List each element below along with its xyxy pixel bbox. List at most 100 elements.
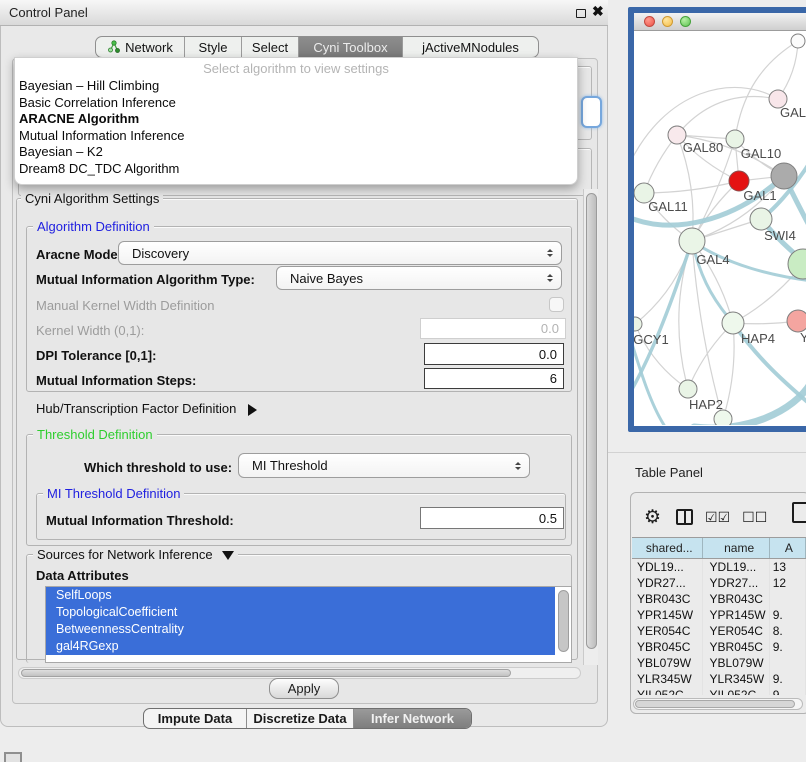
table-cell[interactable] (770, 655, 806, 671)
network-node[interactable] (788, 249, 806, 279)
table-cell[interactable]: YDR27... (703, 575, 770, 591)
checked-checkbox-pair-icon[interactable]: ☑☑ (705, 509, 730, 526)
network-node[interactable] (714, 410, 732, 425)
network-edge[interactable] (677, 97, 778, 135)
which-threshold-select[interactable]: MI Threshold (238, 453, 530, 478)
network-edge[interactable] (688, 323, 733, 389)
table-cell[interactable]: YBR045C (632, 639, 703, 655)
table-cell[interactable]: 8. (770, 623, 806, 639)
column-header-partial[interactable]: A (770, 538, 806, 558)
scrollbar-thumb[interactable] (21, 669, 511, 677)
focused-combo-fragment[interactable] (581, 96, 602, 128)
table-cell[interactable]: YBR043C (703, 591, 770, 607)
float-window-icon[interactable] (576, 9, 586, 18)
tab-jactivemnodules[interactable]: jActiveMNodules (402, 37, 538, 57)
table-row[interactable]: YBL079WYBL079W (632, 655, 806, 671)
tab-select[interactable]: Select (241, 37, 298, 57)
table-cell[interactable]: YLR345W (632, 671, 703, 687)
table-cell[interactable]: 12 (770, 575, 806, 591)
minimized-panel-icon[interactable] (4, 752, 22, 762)
table-row[interactable]: YDR27...YDR27...12 (632, 575, 806, 591)
table-cell[interactable]: YIL052C (703, 687, 770, 695)
gear-icon[interactable]: ⚙ (644, 506, 661, 529)
table-row[interactable]: YIL052CYIL052C9. (632, 687, 806, 695)
tab-discretize-data[interactable]: Discretize Data (246, 709, 353, 728)
table-cell[interactable]: YPR145W (632, 607, 703, 623)
close-icon[interactable]: ✖ (592, 3, 604, 20)
scrollbar-thumb[interactable] (586, 193, 597, 649)
table-cell[interactable]: 9. (770, 639, 806, 655)
tab-style[interactable]: Style (184, 37, 241, 57)
data-attribute-item[interactable]: gal4RGexp (46, 638, 555, 655)
manual-kernel-checkbox[interactable] (549, 297, 564, 312)
table-cell[interactable]: YPR145W (703, 607, 770, 623)
algorithm-option[interactable]: Bayesian – Hill Climbing (15, 78, 577, 95)
apply-button[interactable]: Apply (269, 678, 339, 699)
settings-vertical-scrollbar[interactable] (583, 189, 598, 665)
close-traffic-light-icon[interactable] (644, 16, 655, 27)
algorithm-option[interactable]: Bayesian – K2 (15, 144, 577, 161)
table-row[interactable]: YPR145WYPR145W9. (632, 607, 806, 623)
table-cell[interactable]: YER054C (703, 623, 770, 639)
mi-threshold-field[interactable]: 0.5 (420, 507, 564, 529)
table-row[interactable]: YER054CYER054C8. (632, 623, 806, 639)
algorithm-option[interactable]: Dream8 DC_TDC Algorithm (15, 161, 577, 178)
file-icon[interactable] (792, 502, 806, 523)
tab-cyni-toolbox[interactable]: Cyni Toolbox (298, 37, 402, 57)
algorithm-option[interactable]: Mutual Information Inference (15, 128, 577, 145)
table-cell[interactable]: YBL079W (703, 655, 770, 671)
column-header-shared-name[interactable]: shared... (632, 538, 703, 558)
table-cell[interactable]: YLR345W (703, 671, 770, 687)
network-node[interactable] (679, 380, 697, 398)
network-node[interactable] (787, 310, 806, 332)
algorithm-option[interactable]: Basic Correlation Inference (15, 95, 577, 112)
network-edge[interactable] (723, 323, 734, 419)
sources-group-title[interactable]: Sources for Network Inference (33, 547, 238, 566)
table-cell[interactable]: YDL19... (632, 559, 703, 575)
attributes-scrollbar[interactable] (558, 590, 569, 652)
scrollbar-thumb[interactable] (635, 700, 795, 708)
table-cell[interactable]: 9. (770, 671, 806, 687)
network-node[interactable] (791, 34, 805, 48)
table-cell[interactable] (770, 591, 806, 607)
tab-infer-network[interactable]: Infer Network (353, 709, 471, 728)
table-cell[interactable]: 9. (770, 687, 806, 695)
table-cell[interactable]: YBR043C (632, 591, 703, 607)
dpi-tolerance-field[interactable]: 0.0 (424, 343, 564, 365)
tab-impute-data[interactable]: Impute Data (144, 709, 246, 728)
data-attributes-list[interactable]: SelfLoopsTopologicalCoefficientBetweenne… (45, 586, 572, 663)
unchecked-checkbox-pair-icon[interactable]: ☐☐ (742, 509, 767, 526)
table-cell[interactable]: YER054C (632, 623, 703, 639)
mi-type-select[interactable]: Naive Bayes (276, 266, 562, 290)
data-attribute-item[interactable]: TopologicalCoefficient (46, 604, 555, 621)
network-node[interactable] (679, 228, 705, 254)
table-row[interactable]: YBR043CYBR043C (632, 591, 806, 607)
column-header-name[interactable]: name (703, 538, 770, 558)
network-node[interactable] (750, 208, 772, 230)
kernel-width-field[interactable]: 0.0 (420, 318, 566, 339)
network-edge[interactable] (735, 41, 798, 139)
hub-definition-expander[interactable]: Hub/Transcription Factor Definition (36, 401, 263, 416)
table-cell[interactable]: YBR045C (703, 639, 770, 655)
algorithm-option[interactable]: ARACNE Algorithm (15, 111, 577, 128)
network-edge[interactable] (635, 241, 692, 324)
mi-steps-field[interactable]: 6 (424, 368, 564, 389)
table-cell[interactable]: 13 (770, 559, 806, 575)
network-canvas[interactable]: GALGAL80GAL10GAL1GAL11SWI4GAL4HAP4YGCY1H… (634, 31, 806, 425)
table-row[interactable]: YBR045CYBR045C9. (632, 639, 806, 655)
network-node[interactable] (771, 163, 797, 189)
tab-network[interactable]: Network (96, 37, 184, 57)
table-cell[interactable]: YIL052C (632, 687, 703, 695)
data-attribute-item[interactable]: BetweennessCentrality (46, 621, 555, 638)
aracne-mode-select[interactable]: Discovery (118, 241, 562, 265)
table-row[interactable]: YLR345WYLR345W9. (632, 671, 806, 687)
table-row[interactable]: YDL19...YDL19...13 (632, 559, 806, 575)
table-cell[interactable]: YBL079W (632, 655, 703, 671)
split-columns-icon[interactable] (676, 509, 693, 525)
minimize-traffic-light-icon[interactable] (662, 16, 673, 27)
table-cell[interactable]: YDL19... (703, 559, 770, 575)
table-cell[interactable]: YDR27... (632, 575, 703, 591)
table-horizontal-scrollbar[interactable] (633, 698, 803, 710)
zoom-traffic-light-icon[interactable] (680, 16, 691, 27)
data-attribute-item[interactable]: SelfLoops (46, 587, 555, 604)
